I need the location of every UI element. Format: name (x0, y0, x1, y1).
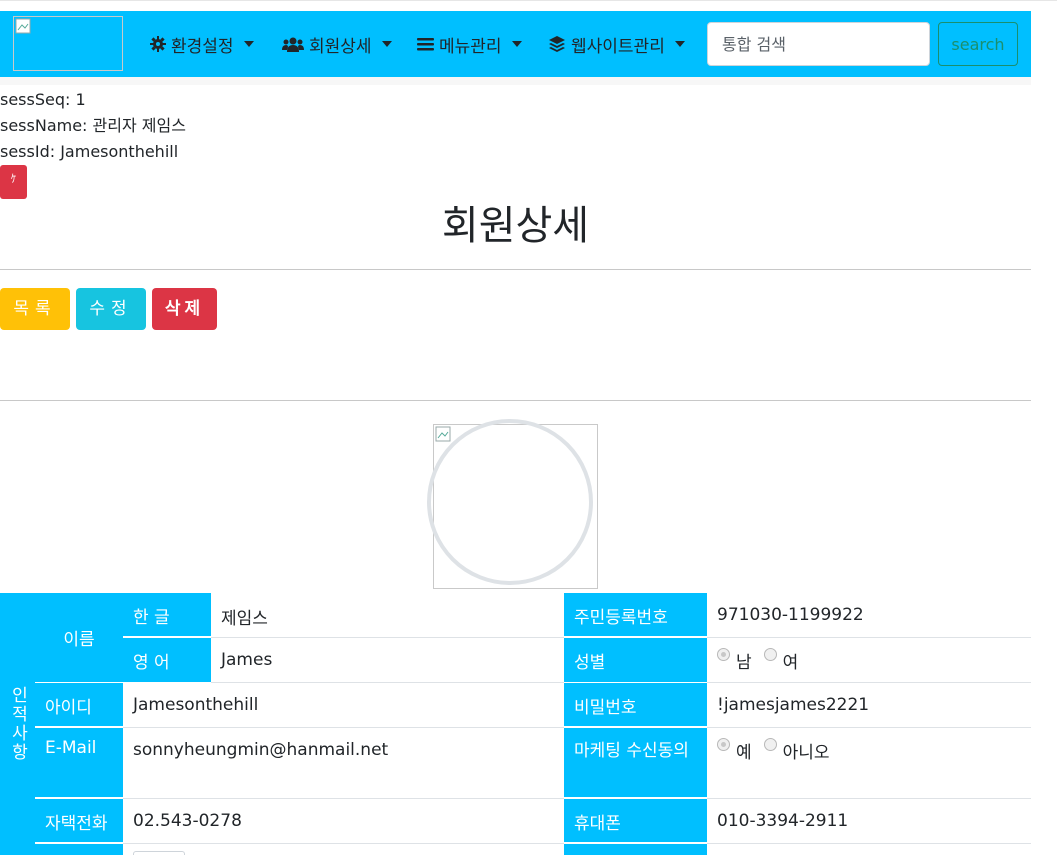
session-id: sessId: Jamesonthehill (0, 142, 179, 161)
users-icon (282, 37, 304, 52)
list-icon (417, 38, 434, 51)
gear-icon (150, 36, 166, 52)
home-phone-label: 자택전화 (35, 799, 123, 843)
menu-website-management-label: 웹사이트관리 (571, 36, 665, 57)
mobile-value: 010-3394-2911 (707, 799, 1031, 844)
gender-female-radio[interactable] (763, 648, 777, 661)
session-name: sessName: 관리자 제임스 (0, 116, 186, 135)
gender-female-label: 여 (782, 653, 799, 673)
marketing-no-label: 아니오 (782, 743, 830, 763)
email-label: E-Mail (35, 728, 123, 798)
chevron-down-icon (511, 41, 522, 47)
section-label: 인적사항 (0, 593, 35, 855)
gender-male-radio[interactable] (717, 648, 730, 661)
broken-image-icon (435, 426, 451, 442)
menu-settings-label: 환경설정 (171, 36, 234, 57)
korean-name-value: 제임스 (211, 593, 564, 638)
next-row-input[interactable] (133, 851, 185, 855)
navbar: 환경설정 회원상세 메뉴관리 웹사이트관리 search (0, 11, 1031, 77)
profile-photo-frame (427, 419, 593, 585)
english-name-label: 영 어 (123, 638, 211, 682)
gender-options: 남 여 (707, 638, 1031, 683)
marketing-no-radio[interactable] (763, 738, 777, 751)
session-seq: sessSeq: 1 (0, 90, 86, 109)
password-label: 비밀번호 (564, 683, 707, 727)
menu-member-detail-label: 회원상세 (309, 36, 372, 57)
menu-website-management[interactable]: 웹사이트관리 (548, 31, 685, 57)
name-label: 이름 (35, 593, 123, 682)
id-value: Jamesonthehill (123, 683, 564, 728)
list-button[interactable]: 목록 (0, 288, 70, 330)
menu-settings[interactable]: 환경설정 (150, 31, 254, 57)
gender-male-label: 남 (736, 653, 752, 673)
chevron-down-icon (381, 41, 392, 47)
chevron-down-icon (243, 41, 254, 47)
password-value: !jamesjames2221 (707, 683, 1031, 728)
email-value: sonnyheungmin@hanmail.net (123, 728, 564, 799)
rrn-label: 주민등록번호 (564, 593, 707, 637)
rrn-value: 971030-1199922 (707, 593, 1031, 638)
menu-management[interactable]: 메뉴관리 (417, 31, 522, 57)
id-label: 아이디 (35, 683, 123, 727)
marketing-consent-label: 마케팅 수신동의 (564, 728, 707, 798)
layers-icon (549, 36, 565, 52)
navbar-shadow (0, 77, 1031, 85)
next-row-label (35, 844, 123, 855)
marketing-consent-options: 예 아니오 (707, 728, 1031, 799)
divider (0, 269, 1031, 270)
next-row-label (564, 844, 707, 855)
broken-image-icon (15, 18, 31, 34)
gender-label: 성별 (564, 638, 707, 682)
marketing-yes-label: 예 (736, 743, 752, 763)
english-name-value: James (211, 638, 564, 683)
chevron-down-icon (674, 41, 685, 47)
search-input[interactable] (707, 22, 930, 66)
menu-member-detail[interactable]: 회원상세 (282, 31, 392, 57)
top-border (0, 0, 1057, 3)
edit-button[interactable]: 수정 (76, 288, 146, 330)
page-title: 회원상세 (441, 203, 590, 249)
home-phone-value: 02.543-0278 (123, 799, 564, 844)
logout-button[interactable]: ｹ (0, 165, 27, 199)
menu-management-label: 메뉴관리 (439, 36, 502, 57)
member-info-table: 인적사항 이름 한 글 제임스 주민등록번호 971030-1199922 영 … (0, 593, 1031, 855)
marketing-yes-radio[interactable] (717, 738, 730, 751)
divider (0, 400, 1031, 401)
korean-name-label: 한 글 (123, 593, 211, 637)
section-label-text: 인적사항 (7, 686, 28, 762)
delete-button[interactable]: 삭제 (152, 288, 217, 330)
logo-image[interactable] (13, 16, 123, 71)
search-button[interactable]: search (938, 22, 1018, 66)
mobile-label: 휴대폰 (564, 799, 707, 843)
